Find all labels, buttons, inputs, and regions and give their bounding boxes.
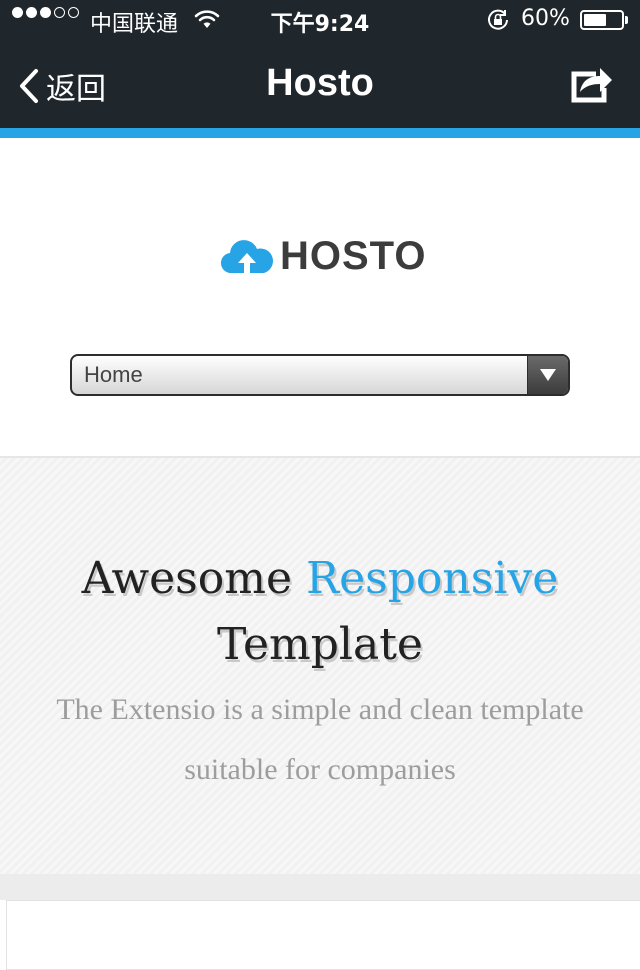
- hero-title-part1: Awesome: [81, 553, 293, 604]
- navigation-bar: 返回 Hosto: [0, 40, 640, 128]
- hero-title-accent: Responsive: [306, 553, 559, 604]
- hero-section: Awesome Responsive Template The Extensio…: [0, 456, 640, 876]
- menu-select-value: Home: [84, 362, 143, 387]
- hero-subtitle: The Extensio is a simple and clean templ…: [56, 693, 584, 786]
- hero-title-part2: Template: [217, 619, 423, 670]
- section-divider: [0, 874, 640, 900]
- hero-title: Awesome Responsive Template: [0, 546, 640, 678]
- battery-cap: [625, 16, 628, 24]
- status-bar: 中国联通 下午9:24 60%: [0, 0, 640, 40]
- logo-text: HOSTO: [280, 234, 427, 278]
- share-icon: [571, 68, 612, 103]
- site-logo[interactable]: HOSTO: [220, 234, 427, 279]
- menu-select[interactable]: Home: [70, 354, 570, 396]
- accent-strip: [0, 128, 640, 138]
- share-button[interactable]: [566, 62, 614, 108]
- dropdown-arrow-icon: [527, 356, 568, 394]
- page-title: Hosto: [266, 62, 374, 104]
- battery-percentage: 60%: [521, 6, 570, 31]
- rotation-lock-icon: [486, 8, 510, 38]
- battery-icon: [580, 10, 624, 30]
- cloud-upload-icon: [220, 239, 273, 273]
- site-header: HOSTO Home: [0, 138, 640, 458]
